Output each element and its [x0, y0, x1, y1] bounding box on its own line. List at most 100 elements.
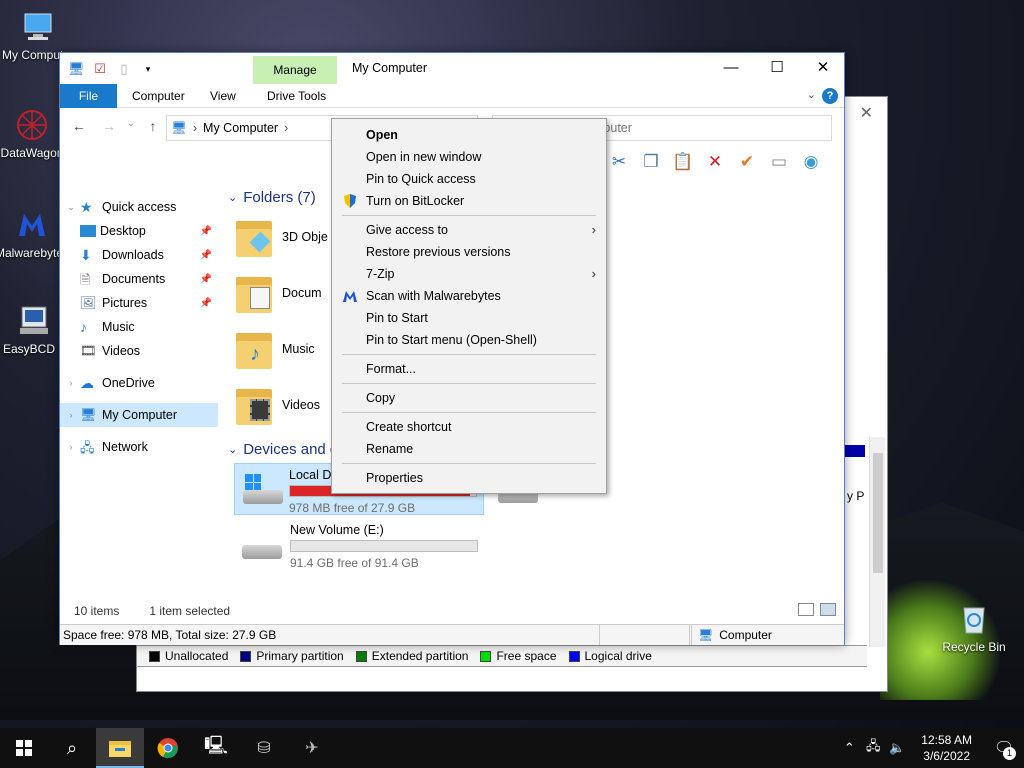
clock[interactable]: 12:58 AM 3/6/2022	[921, 732, 972, 764]
vertical-scrollbar[interactable]	[869, 437, 885, 647]
menu-item-open[interactable]: Open	[332, 124, 606, 146]
notifications-button[interactable]: 🗨 1	[984, 728, 1024, 768]
tab-drive-tools[interactable]: Drive Tools	[253, 84, 340, 108]
desktop-icon-label: Recycle Bin	[942, 640, 1006, 654]
tab-manage[interactable]: Manage	[253, 56, 337, 84]
space-info: Space free: 978 MB, Total size: 27.9 GB	[60, 625, 600, 645]
folders-group-header[interactable]: ⌄ Folders (7)	[228, 189, 316, 206]
taskbar-file-explorer[interactable]	[96, 728, 144, 768]
recent-locations-icon[interactable]: ⌄	[122, 118, 140, 138]
title-bar[interactable]: 🖥 ☑ ▯ ▾ Manage My Computer — ☐ ✕	[60, 53, 844, 85]
menu-item-open-new-window[interactable]: Open in new window	[332, 146, 606, 168]
disk-icon: ⛁	[257, 740, 271, 757]
properties-icon[interactable]: ☑	[92, 61, 108, 77]
sidebar-item-network[interactable]: › 🖧 Network	[60, 435, 218, 459]
chevron-right-icon[interactable]: ›	[64, 442, 78, 452]
sidebar-item-desktop[interactable]: Desktop 📌	[60, 219, 218, 243]
large-icons-view-icon[interactable]	[820, 603, 836, 616]
sidebar-item-pictures[interactable]: 🖼 Pictures 📌	[60, 291, 218, 315]
chevron-right-icon[interactable]: ›	[64, 410, 78, 420]
chevron-down-icon[interactable]: ⌄	[64, 202, 78, 213]
sidebar-item-quick-access[interactable]: ⌄ ★ Quick access	[60, 195, 218, 219]
desktop-icon-recycle-bin[interactable]: Recycle Bin	[936, 602, 1012, 654]
menu-item-give-access[interactable]: Give access to ›	[332, 219, 606, 241]
easybcd-icon	[20, 306, 48, 334]
rename-icon[interactable]: ▭	[768, 151, 790, 173]
taskbar-chrome[interactable]	[144, 728, 192, 768]
search-button[interactable]: ⌕	[48, 728, 96, 768]
menu-item-rename[interactable]: Rename	[332, 438, 606, 460]
sidebar-item-music[interactable]: ♪ Music	[60, 315, 218, 339]
chevron-right-icon[interactable]: ›	[64, 378, 78, 388]
chevron-down-icon[interactable]: ⌄	[228, 191, 237, 204]
tab-computer[interactable]: Computer	[118, 84, 199, 108]
desktop-icon	[80, 225, 96, 237]
tab-view[interactable]: View	[196, 84, 250, 108]
network-icon[interactable]: 🖧	[861, 737, 885, 759]
close-icon[interactable]: ✕	[860, 103, 873, 123]
menu-item-pin-quick-access[interactable]: Pin to Quick access	[332, 168, 606, 190]
sidebar-item-onedrive[interactable]: › ☁ OneDrive	[60, 371, 218, 395]
menu-item-copy[interactable]: Copy	[332, 387, 606, 409]
menu-item-create-shortcut[interactable]: Create shortcut	[332, 416, 606, 438]
menu-item-format[interactable]: Format...	[332, 358, 606, 380]
selected-count: 1 item selected	[149, 604, 231, 618]
expand-ribbon-icon[interactable]: ⌄	[807, 88, 816, 101]
sidebar-item-label: Network	[102, 440, 148, 454]
menu-item-7zip[interactable]: 7-Zip ›	[332, 263, 606, 285]
details-view-icon[interactable]	[798, 603, 814, 616]
close-button[interactable]: ✕	[800, 53, 846, 83]
breadcrumb[interactable]: My Computer	[203, 121, 278, 135]
menu-item-pin-start-openshell[interactable]: Pin to Start menu (Open-Shell)	[332, 329, 606, 351]
sidebar-item-label: Quick access	[102, 200, 177, 214]
location-label: Computer	[719, 628, 772, 642]
devices-group-header[interactable]: ⌄ Devices and d	[228, 441, 338, 458]
recycle-bin-icon	[963, 607, 985, 634]
computer-icon	[24, 13, 52, 40]
chevron-up-icon[interactable]: ⌃	[837, 740, 861, 756]
maximize-button[interactable]: ☐	[754, 53, 800, 83]
copy-icon[interactable]: ❐	[640, 151, 662, 173]
chevron-down-icon[interactable]: ⌄	[228, 443, 237, 456]
folder-icon	[236, 217, 272, 257]
menu-item-restore-versions[interactable]: Restore previous versions	[332, 241, 606, 263]
delete-icon[interactable]: ✕	[704, 151, 726, 173]
legend-swatch	[480, 650, 492, 662]
menu-item-bitlocker[interactable]: Turn on BitLocker	[332, 190, 606, 212]
folder-icon: ♪	[236, 329, 272, 369]
shell-icon[interactable]: ◉	[800, 151, 822, 173]
sidebar-item-my-computer[interactable]: › 🖥 My Computer	[60, 403, 218, 427]
context-menu: Open Open in new window Pin to Quick acc…	[331, 118, 607, 494]
computer-icon: 🖥	[171, 120, 187, 135]
tab-file[interactable]: File	[60, 84, 117, 108]
chevron-down-icon[interactable]: ▾	[140, 61, 156, 77]
sidebar-item-documents[interactable]: 🗎 Documents 📌	[60, 267, 218, 291]
malwarebytes-icon	[19, 214, 45, 236]
drive-new-volume[interactable]: New Volume (E:) 91.4 GB free of 91.4 GB	[234, 519, 484, 571]
scrollbar-thumb[interactable]	[873, 453, 883, 573]
taskbar-disk-tool[interactable]: ⛁	[240, 728, 288, 768]
cut-icon[interactable]: ✂	[608, 151, 630, 173]
forward-button[interactable]: →	[100, 118, 118, 138]
start-button[interactable]	[0, 728, 48, 768]
taskbar-app[interactable]: ✈	[288, 728, 336, 768]
search-icon: ⌕	[66, 737, 78, 758]
paste-icon[interactable]: 📋	[672, 151, 694, 173]
back-button[interactable]: ←	[70, 118, 88, 138]
minimize-button[interactable]: —	[708, 53, 754, 83]
checkmark-icon[interactable]: ✔	[736, 151, 758, 173]
volume-icon[interactable]: 🔈	[885, 740, 909, 756]
new-folder-icon[interactable]: ▯	[116, 61, 132, 77]
taskbar-easybcd[interactable]: 🖳	[192, 728, 240, 768]
menu-item-scan-malwarebytes[interactable]: Scan with Malwarebytes	[332, 285, 606, 307]
help-button[interactable]: ?	[822, 88, 838, 104]
document-icon: 🗎	[80, 272, 91, 287]
sidebar-item-downloads[interactable]: ⬇ Downloads 📌	[60, 243, 218, 267]
menu-item-properties[interactable]: Properties	[332, 467, 606, 489]
legend-label: Extended partition	[371, 649, 469, 663]
drive-free-space: 91.4 GB free of 91.4 GB	[290, 556, 419, 570]
menu-item-pin-start[interactable]: Pin to Start	[332, 307, 606, 329]
sidebar-item-videos[interactable]: 🎞 Videos	[60, 339, 218, 363]
pin-icon: 📌	[199, 273, 212, 285]
up-button[interactable]: ↑	[144, 118, 162, 138]
